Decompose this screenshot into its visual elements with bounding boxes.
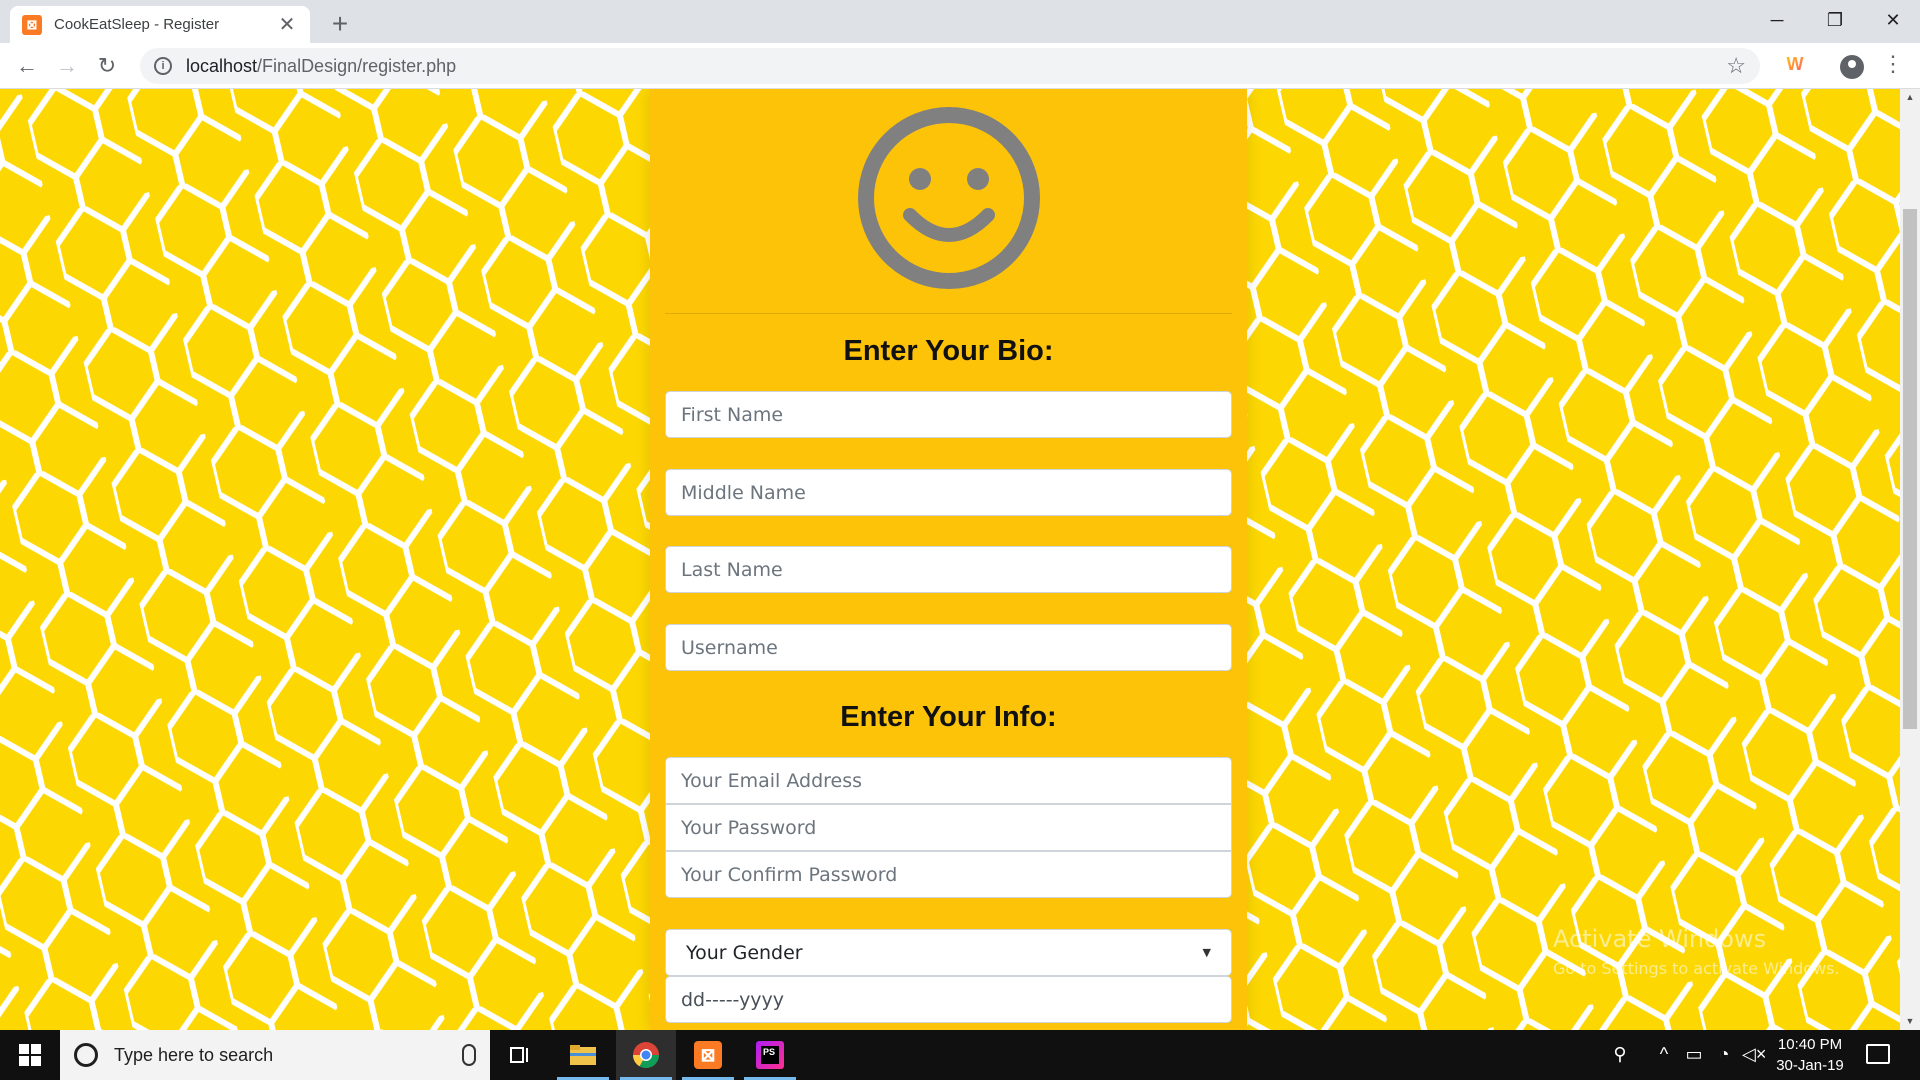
birthdate-input[interactable]: dd-----yyyy xyxy=(665,976,1232,1023)
bio-heading: Enter Your Bio: xyxy=(843,335,1054,367)
page-viewport: Enter Your Bio: Enter Your Info: Your Ge… xyxy=(0,89,1900,1030)
volume-muted-icon[interactable]: ◁× xyxy=(1742,1044,1766,1065)
browser-tab-strip: ⊠ CookEatSleep - Register ✕ + ─ ❐ ✕ xyxy=(0,0,1920,43)
profile-icon[interactable] xyxy=(1840,55,1864,79)
watermark-subtitle: Go to Settings to activate Windows. xyxy=(1553,959,1840,978)
address-bar[interactable]: i localhost/FinalDesign/register.php ☆ xyxy=(140,48,1760,84)
first-name-input[interactable] xyxy=(665,391,1232,438)
taskbar-app-file-explorer[interactable] xyxy=(553,1030,613,1080)
microphone-icon[interactable] xyxy=(462,1044,476,1066)
confirm-password-input[interactable] xyxy=(665,851,1232,898)
site-info-icon[interactable]: i xyxy=(154,57,172,75)
clock-date: 30-Jan-19 xyxy=(1776,1057,1844,1074)
middle-name-input[interactable] xyxy=(665,469,1232,516)
page-scrollbar[interactable]: ▲ ▼ xyxy=(1900,89,1920,1030)
browser-tab[interactable]: ⊠ CookEatSleep - Register ✕ xyxy=(10,6,310,43)
close-window-button[interactable]: ✕ xyxy=(1864,4,1920,36)
activate-windows-watermark: Activate Windows Go to Settings to activ… xyxy=(1553,925,1840,978)
reload-button[interactable]: ↻ xyxy=(92,51,122,81)
browser-menu-icon[interactable]: ⋮ xyxy=(1882,51,1904,77)
email-input[interactable] xyxy=(665,757,1232,804)
taskbar-app-xampp[interactable]: ⊠ xyxy=(678,1030,738,1080)
gender-select[interactable]: Your Gender ▼ xyxy=(665,929,1232,976)
show-hidden-icons-chevron-icon[interactable]: ^ xyxy=(1652,1044,1676,1065)
scroll-down-arrow-icon[interactable]: ▼ xyxy=(1900,1013,1920,1030)
forward-button[interactable]: → xyxy=(52,51,82,81)
info-heading: Enter Your Info: xyxy=(840,701,1057,733)
wifi-icon[interactable]: ◔ xyxy=(1712,1044,1736,1065)
watermark-title: Activate Windows xyxy=(1553,925,1767,953)
taskbar-search-placeholder: Type here to search xyxy=(114,1044,274,1065)
task-view-button[interactable] xyxy=(490,1030,550,1080)
gender-select-value: Your Gender xyxy=(686,941,803,964)
taskbar-search-box[interactable]: Type here to search xyxy=(60,1030,490,1080)
xampp-favicon-icon: ⊠ xyxy=(22,14,42,35)
tab-title: CookEatSleep - Register xyxy=(54,16,220,33)
divider xyxy=(665,313,1232,314)
url-path: /FinalDesign/register.php xyxy=(257,55,457,76)
browser-toolbar: ← → ↻ i localhost/FinalDesign/register.p… xyxy=(0,43,1920,89)
password-input[interactable] xyxy=(665,804,1232,851)
task-view-icon xyxy=(510,1047,528,1063)
people-icon[interactable]: ⚲ xyxy=(1608,1044,1632,1065)
close-tab-icon[interactable]: ✕ xyxy=(276,12,298,37)
bookmark-star-icon[interactable]: ☆ xyxy=(1726,53,1746,79)
phpstorm-icon: PS xyxy=(756,1041,784,1069)
register-card: Enter Your Bio: Enter Your Info: Your Ge… xyxy=(650,89,1247,1030)
folder-icon xyxy=(570,1045,596,1065)
clock-time: 10:40 PM xyxy=(1777,1036,1843,1053)
chrome-icon xyxy=(632,1042,660,1069)
extension-w-icon[interactable]: W xyxy=(1783,54,1807,78)
taskbar-clock[interactable]: 10:40 PM 30-Jan-19 xyxy=(1770,1034,1850,1076)
restore-button[interactable]: ❐ xyxy=(1806,4,1864,36)
xampp-icon: ⊠ xyxy=(694,1041,722,1069)
smiley-avatar-icon xyxy=(858,107,1040,289)
action-center-icon[interactable] xyxy=(1866,1044,1890,1064)
minimize-button[interactable]: ─ xyxy=(1748,4,1806,36)
last-name-input[interactable] xyxy=(665,546,1232,593)
start-button[interactable] xyxy=(0,1030,60,1080)
scrollbar-thumb[interactable] xyxy=(1903,209,1917,729)
battery-icon[interactable]: ▭ xyxy=(1682,1044,1706,1065)
windows-logo-icon xyxy=(19,1044,41,1066)
birthdate-value: dd-----yyyy xyxy=(681,988,785,1011)
scroll-up-arrow-icon[interactable]: ▲ xyxy=(1900,89,1920,106)
cortana-icon xyxy=(74,1043,98,1067)
taskbar-app-phpstorm[interactable]: PS xyxy=(740,1030,800,1080)
back-button[interactable]: ← xyxy=(12,51,42,81)
windows-taskbar: Type here to search ⊠ PS ⚲ ^ ▭ ◔ ◁× 10:4… xyxy=(0,1030,1920,1080)
dropdown-arrow-icon: ▼ xyxy=(1202,946,1211,959)
taskbar-app-chrome[interactable] xyxy=(616,1030,676,1080)
username-input[interactable] xyxy=(665,624,1232,671)
url-host: localhost xyxy=(186,55,258,76)
new-tab-button[interactable]: + xyxy=(325,8,355,40)
url-text[interactable]: localhost/FinalDesign/register.php xyxy=(186,56,456,77)
